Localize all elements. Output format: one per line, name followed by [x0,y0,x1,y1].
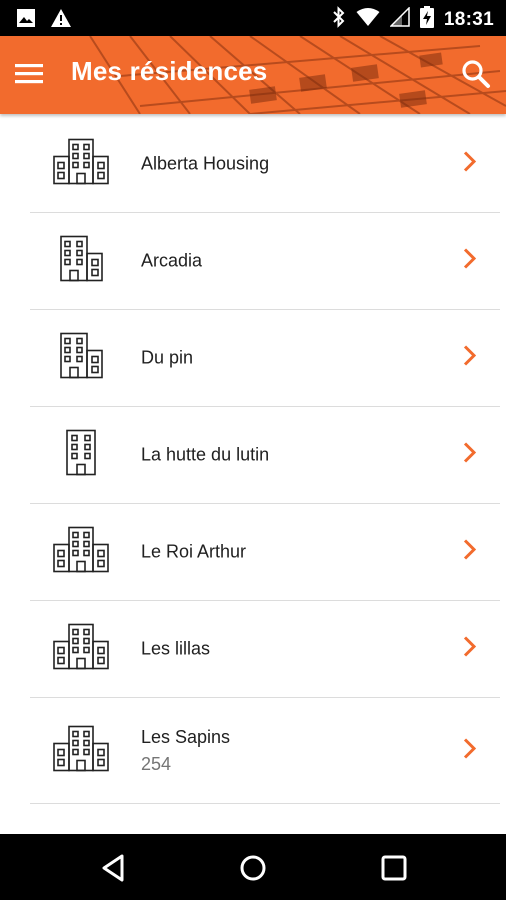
search-button[interactable] [460,58,492,90]
recents-button[interactable] [377,851,411,885]
residence-name: La hutte du lutin [141,444,270,465]
list-item[interactable]: Les lillas [30,601,500,698]
apartment-building-icon [52,332,110,384]
warning-icon [50,8,72,33]
system-nav-bar [0,834,506,900]
status-bar: 18:31 [0,0,506,36]
residence-name: Arcadia [141,250,203,271]
chevron-right-icon [462,539,478,566]
clock: 18:31 [443,8,494,30]
tower-building-icon [52,429,110,481]
back-button[interactable] [96,851,130,885]
apartment-complex-icon [52,138,110,190]
bluetooth-icon [332,6,346,33]
signal-icon [389,6,410,32]
list-item[interactable]: Arcadia [30,213,500,310]
home-icon [240,855,266,881]
back-icon [102,854,124,882]
residence-name: Les lillas [141,638,211,659]
list-item[interactable]: La hutte du lutin [30,407,500,504]
residence-list: Alberta Housing Arcadia Du pin La hutte … [0,116,506,804]
search-icon [462,60,490,88]
list-item[interactable]: Alberta Housing [30,116,500,213]
chevron-right-icon [462,442,478,469]
wifi-icon [356,7,380,32]
residence-subtitle: 254 [141,753,172,774]
image-icon [16,8,36,33]
apartment-building-icon [52,235,110,287]
home-button[interactable] [236,851,270,885]
residence-name: Les Sapins [141,726,231,747]
residence-name: Le Roi Arthur [141,541,247,562]
menu-icon [15,64,43,84]
residence-name: Du pin [141,347,194,368]
list-item[interactable]: Les Sapins 254 [30,698,500,804]
page-title: Mes résidences [71,56,268,86]
menu-button[interactable] [14,59,44,89]
apartment-complex-icon [52,526,110,578]
apartment-complex-icon [52,725,110,776]
chevron-right-icon [462,248,478,275]
chevron-right-icon [462,636,478,663]
chevron-right-icon [462,151,478,178]
list-item[interactable]: Le Roi Arthur [30,504,500,601]
recents-icon [381,855,407,881]
list-item[interactable]: Du pin [30,310,500,407]
battery-charging-icon [419,6,434,33]
apartment-complex-icon [52,623,110,675]
chevron-right-icon [462,345,478,372]
chevron-right-icon [462,737,478,764]
app-bar: Mes résidences [0,36,506,114]
residence-name: Alberta Housing [141,153,270,174]
